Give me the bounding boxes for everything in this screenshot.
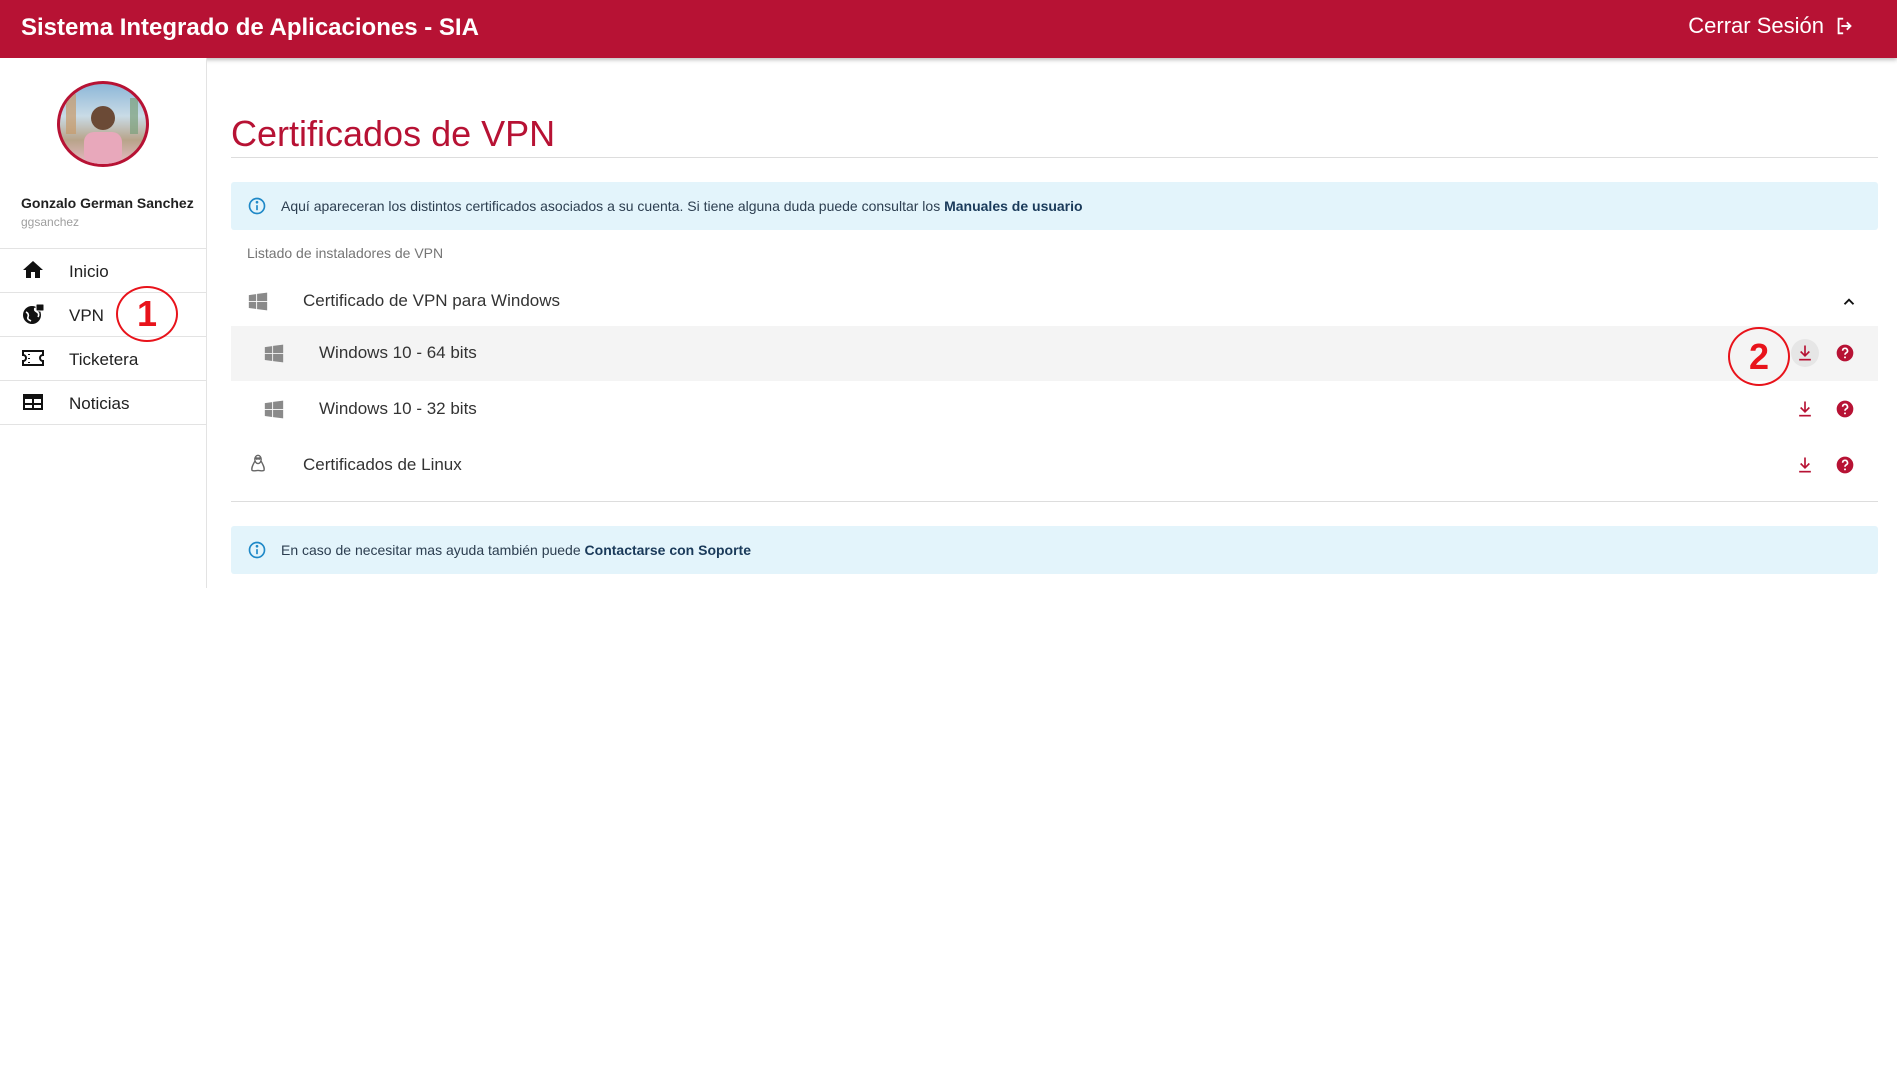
download-button[interactable]: [1791, 395, 1819, 423]
list-caption: Listado de instaladores de VPN: [247, 245, 444, 261]
sidebar-nav: Inicio VPN Ticketera Noticias: [0, 248, 206, 425]
globe-lock-icon: [23, 303, 45, 324]
download-icon: [1799, 457, 1811, 473]
help-button[interactable]: [1831, 451, 1859, 479]
avatar-photo: [66, 94, 138, 164]
list-item-windows-64[interactable]: Windows 10 - 64 bits: [231, 326, 1878, 381]
help-button[interactable]: [1831, 395, 1859, 423]
title-divider: [231, 157, 1878, 158]
top-app-bar: Sistema Integrado de Aplicaciones - SIA …: [0, 0, 1897, 58]
list-item-windows-32[interactable]: Windows 10 - 32 bits: [231, 382, 1878, 437]
help-icon: [1836, 456, 1854, 474]
manuals-link[interactable]: Manuales de usuario: [944, 198, 1082, 214]
download-icon: [1799, 401, 1811, 417]
help-icon: [1836, 400, 1854, 418]
sidebar-item-label: Noticias: [69, 394, 130, 413]
support-text: En caso de necesitar mas ayuda también p…: [281, 542, 752, 558]
logout-button[interactable]: Cerrar Sesión: [1688, 13, 1856, 39]
sidebar-item-label: Ticketera: [69, 350, 139, 369]
avatar[interactable]: [57, 81, 149, 167]
ticket-icon: [22, 350, 44, 366]
windows-icon: [264, 344, 284, 363]
logout-label: Cerrar Sesión: [1688, 13, 1824, 38]
list-item-windows-group[interactable]: Certificado de VPN para Windows: [231, 274, 1878, 329]
info-icon: [248, 541, 266, 559]
windows-64-label: Windows 10 - 64 bits: [319, 343, 477, 362]
windows-icon: [264, 400, 284, 419]
sidebar-item-label: Inicio: [69, 262, 109, 281]
windows-icon: [248, 292, 268, 311]
page-title: Certificados de VPN: [231, 113, 556, 154]
download-button[interactable]: [1791, 339, 1819, 367]
support-alert: En caso de necesitar mas ayuda también p…: [231, 526, 1878, 574]
newspaper-icon: [23, 394, 43, 410]
chevron-up-icon[interactable]: [1840, 293, 1858, 311]
user-name: Gonzalo German Sanchez: [21, 195, 194, 211]
download-icon: [1799, 345, 1811, 361]
info-icon: [248, 197, 266, 215]
sidebar-item-label: VPN: [69, 306, 104, 325]
sidebar-item-ticketera[interactable]: Ticketera: [0, 337, 206, 381]
linux-icon: [251, 454, 265, 472]
download-button[interactable]: [1791, 451, 1819, 479]
annotation-marker-2: 2: [1728, 327, 1790, 386]
logout-icon: [1837, 17, 1852, 35]
info-alert: Aquí apareceran los distintos certificad…: [231, 182, 1878, 230]
home-icon: [23, 261, 43, 278]
list-divider: [231, 501, 1878, 502]
support-link[interactable]: Contactarse con Soporte: [585, 542, 751, 558]
list-item-linux[interactable]: Certificados de Linux: [231, 438, 1878, 493]
linux-label: Certificados de Linux: [303, 455, 462, 474]
windows-32-label: Windows 10 - 32 bits: [319, 399, 477, 418]
help-icon: [1836, 344, 1854, 362]
annotation-marker-1: 1: [116, 286, 178, 342]
user-login: ggsanchez: [21, 215, 80, 229]
app-title: Sistema Integrado de Aplicaciones - SIA: [21, 14, 479, 41]
sidebar-item-inicio[interactable]: Inicio: [0, 249, 206, 293]
help-button[interactable]: [1831, 339, 1859, 367]
info-text: Aquí apareceran los distintos certificad…: [281, 198, 1083, 214]
sidebar-item-noticias[interactable]: Noticias: [0, 381, 206, 425]
windows-group-label: Certificado de VPN para Windows: [303, 291, 561, 310]
